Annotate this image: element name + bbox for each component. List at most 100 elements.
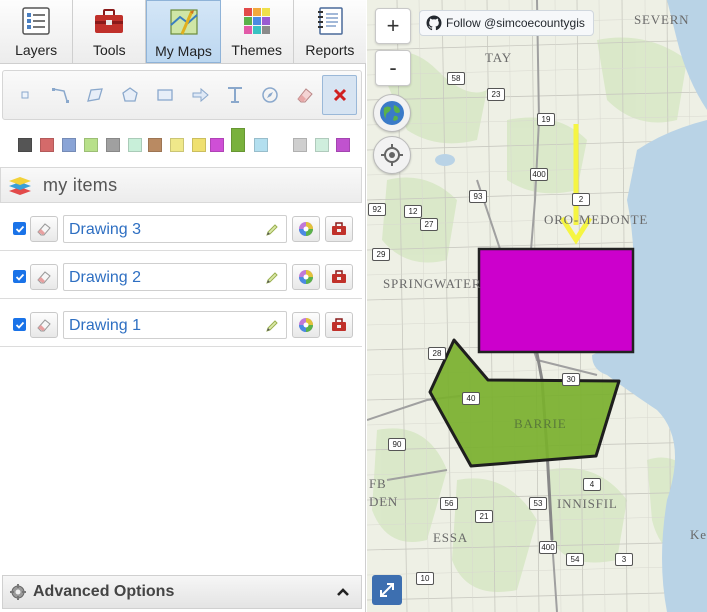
- arrow-tool-button[interactable]: [182, 75, 217, 115]
- measure-tool-button[interactable]: [252, 75, 287, 115]
- zoom-in-button[interactable]: +: [375, 8, 411, 44]
- tab-themes[interactable]: Themes: [220, 0, 294, 63]
- tab-tools[interactable]: Tools: [73, 0, 147, 63]
- road-shield: 30: [562, 373, 580, 386]
- line-tool-icon: [51, 88, 69, 103]
- color-swatch[interactable]: [210, 138, 224, 152]
- visibility-checkbox[interactable]: [13, 270, 26, 283]
- point-tool-button[interactable]: [7, 75, 42, 115]
- text-tool-button[interactable]: [217, 75, 252, 115]
- road-shield: 29: [372, 248, 390, 261]
- rectangle-tool-button[interactable]: [147, 75, 182, 115]
- tab-layers-label: Layers: [15, 42, 58, 58]
- line-tool-button[interactable]: [42, 75, 77, 115]
- color-swatch[interactable]: [106, 138, 120, 152]
- freehand-tool-icon: [86, 88, 103, 102]
- freehand-tool-button[interactable]: [77, 75, 112, 115]
- cancel-tool-icon: [333, 88, 346, 102]
- road-shield: 90: [388, 438, 406, 451]
- item-tools-button[interactable]: [325, 264, 353, 290]
- place-label-severn: SEVERN: [634, 12, 690, 27]
- checkmark-icon: [15, 321, 24, 329]
- delete-item-button[interactable]: [30, 264, 58, 290]
- pencil-edit-icon[interactable]: [264, 318, 280, 334]
- delete-item-button[interactable]: [30, 216, 58, 242]
- color-swatch[interactable]: [84, 138, 98, 152]
- map-view[interactable]: TAY SEVERN ORO-MEDONTE SPRINGWATER BARRI…: [367, 0, 707, 612]
- color-swatch[interactable]: [254, 138, 268, 152]
- advanced-options-label: Advanced Options: [33, 583, 175, 600]
- tab-reports[interactable]: Reports: [293, 0, 367, 63]
- road-shield: 92: [368, 203, 386, 216]
- color-swatch[interactable]: [336, 138, 350, 152]
- visibility-checkbox[interactable]: [13, 318, 26, 331]
- item-name-field[interactable]: Drawing 2: [63, 263, 287, 291]
- color-swatch[interactable]: [170, 138, 184, 152]
- expand-arrows-icon: [380, 583, 394, 597]
- road-shield: 93: [469, 190, 487, 203]
- color-wheel-button[interactable]: [292, 264, 320, 290]
- tab-reports-label: Reports: [305, 42, 355, 58]
- eraser-tool-button[interactable]: [287, 75, 322, 115]
- advanced-options-bar[interactable]: Advanced Options: [2, 575, 362, 609]
- item-tools-button[interactable]: [325, 312, 353, 338]
- delete-item-button[interactable]: [30, 312, 58, 338]
- pencil-edit-icon[interactable]: [264, 270, 280, 286]
- cancel-tool-button[interactable]: [322, 75, 357, 115]
- chevron-up-icon[interactable]: [335, 584, 351, 600]
- item-name-label: Drawing 3: [69, 221, 142, 238]
- item-name-field[interactable]: Drawing 1: [63, 311, 287, 339]
- expand-map-button[interactable]: [372, 575, 402, 605]
- themes-grid-icon: [243, 8, 270, 34]
- eraser-tool-icon: [296, 88, 313, 103]
- toolbox-small-icon: [332, 222, 346, 235]
- color-swatch[interactable]: [315, 138, 329, 152]
- road-shield: 54: [566, 553, 584, 566]
- road-shield: 40: [462, 392, 480, 405]
- road-shield: 3: [615, 553, 633, 566]
- color-swatch[interactable]: [148, 138, 162, 152]
- color-swatch[interactable]: [231, 128, 245, 152]
- road-shield: 58: [447, 72, 465, 85]
- item-tools-button[interactable]: [325, 216, 353, 242]
- toolbox-small-icon: [332, 318, 346, 331]
- road-shield: 400: [539, 541, 557, 554]
- globe-button[interactable]: [373, 94, 411, 132]
- github-icon: [426, 15, 442, 31]
- locate-me-button[interactable]: [373, 136, 411, 174]
- tab-my-maps-label: My Maps: [155, 43, 212, 59]
- color-swatch[interactable]: [128, 138, 142, 152]
- color-wheel-button[interactable]: [292, 216, 320, 242]
- zoom-out-button[interactable]: -: [375, 50, 411, 86]
- drawing-rectangle[interactable]: [477, 247, 635, 354]
- road-shield: 28: [428, 347, 446, 360]
- road-shield: 400: [530, 168, 548, 181]
- color-swatch[interactable]: [293, 138, 307, 152]
- pencil-edit-icon[interactable]: [264, 222, 280, 238]
- checkmark-icon: [15, 273, 24, 281]
- my-maps-icon: [169, 9, 198, 35]
- item-name-label: Drawing 1: [69, 317, 142, 334]
- github-follow-button[interactable]: Follow @simcoecountygis: [419, 10, 594, 36]
- color-swatch[interactable]: [18, 138, 32, 152]
- tab-my-maps[interactable]: My Maps: [146, 0, 221, 63]
- eraser-icon: [37, 223, 51, 236]
- color-swatch[interactable]: [62, 138, 76, 152]
- color-swatch[interactable]: [192, 138, 206, 152]
- tab-layers[interactable]: Layers: [0, 0, 74, 63]
- layers-list-icon: [22, 7, 50, 35]
- place-label-oro-medonte: ORO-MEDONTE: [544, 212, 649, 227]
- tab-themes-label: Themes: [231, 42, 282, 58]
- road-shield: 2: [572, 193, 590, 206]
- main-tabs: Layers Tools My Maps Themes Reports: [0, 0, 367, 64]
- stack-layers-icon: [9, 177, 31, 195]
- road-shield: 53: [529, 497, 547, 510]
- eraser-icon: [37, 271, 51, 284]
- polygon-tool-icon: [121, 87, 138, 102]
- item-name-field[interactable]: Drawing 3: [63, 215, 287, 243]
- color-swatch[interactable]: [40, 138, 54, 152]
- visibility-checkbox[interactable]: [13, 222, 26, 235]
- place-label-fb: FB: [369, 476, 387, 491]
- polygon-tool-button[interactable]: [112, 75, 147, 115]
- color-wheel-button[interactable]: [292, 312, 320, 338]
